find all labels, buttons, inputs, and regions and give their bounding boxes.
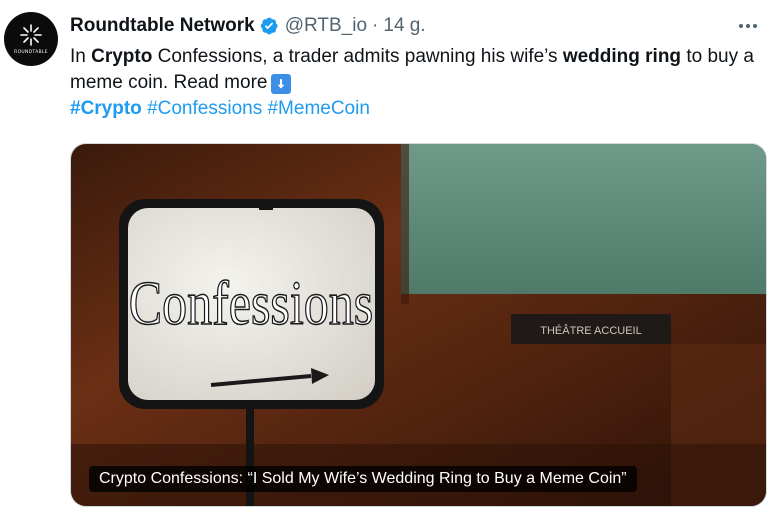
- separator-dot: ·: [372, 15, 379, 36]
- verified-badge-icon[interactable]: [259, 16, 279, 36]
- confessions-sign-photo: THÉÂTRE ACCUEIL Confessions: [71, 144, 766, 506]
- tweet-header: Roundtable Network @RTB_io · 14 g.: [70, 14, 426, 38]
- tweet-bold-wedding-ring: wedding ring: [562, 46, 682, 67]
- hashtag-confessions[interactable]: #Confessions: [147, 98, 262, 119]
- tweet-card[interactable]: ROUNDTABLE Roundtable Network @RTB_io · …: [0, 0, 775, 512]
- author-handle[interactable]: @RTB_io: [285, 15, 367, 37]
- avatar-logo-text: ROUNDTABLE: [14, 49, 48, 55]
- tweet-text-part: In: [70, 46, 92, 67]
- hashtag-memecoin[interactable]: #MemeCoin: [267, 98, 369, 119]
- hashtag-list: #Crypto #Confessions #MemeCoin: [70, 98, 370, 119]
- more-options-icon[interactable]: [734, 16, 762, 36]
- tweet-timestamp[interactable]: 14 g.: [383, 15, 425, 37]
- tweet-text-part: Confessions, a trader admits pawning his…: [152, 46, 563, 67]
- roundtable-logo-icon: [20, 23, 42, 46]
- tweet-media-image[interactable]: THÉÂTRE ACCUEIL Confessions Crypto Confe…: [70, 143, 767, 507]
- hashtag-crypto[interactable]: #Crypto: [70, 98, 142, 119]
- plaque-text: THÉÂTRE ACCUEIL: [540, 324, 641, 337]
- down-arrow-emoji-icon: [271, 74, 292, 94]
- tweet-bold-crypto: Crypto: [91, 46, 153, 67]
- tweet-text: In Crypto Confessions, a trader admits p…: [70, 44, 760, 122]
- media-caption: Crypto Confessions: “I Sold My Wife’s We…: [89, 466, 637, 492]
- author-display-name[interactable]: Roundtable Network: [70, 15, 255, 37]
- sign-text: Confessions: [129, 270, 373, 338]
- avatar[interactable]: ROUNDTABLE: [4, 12, 58, 66]
